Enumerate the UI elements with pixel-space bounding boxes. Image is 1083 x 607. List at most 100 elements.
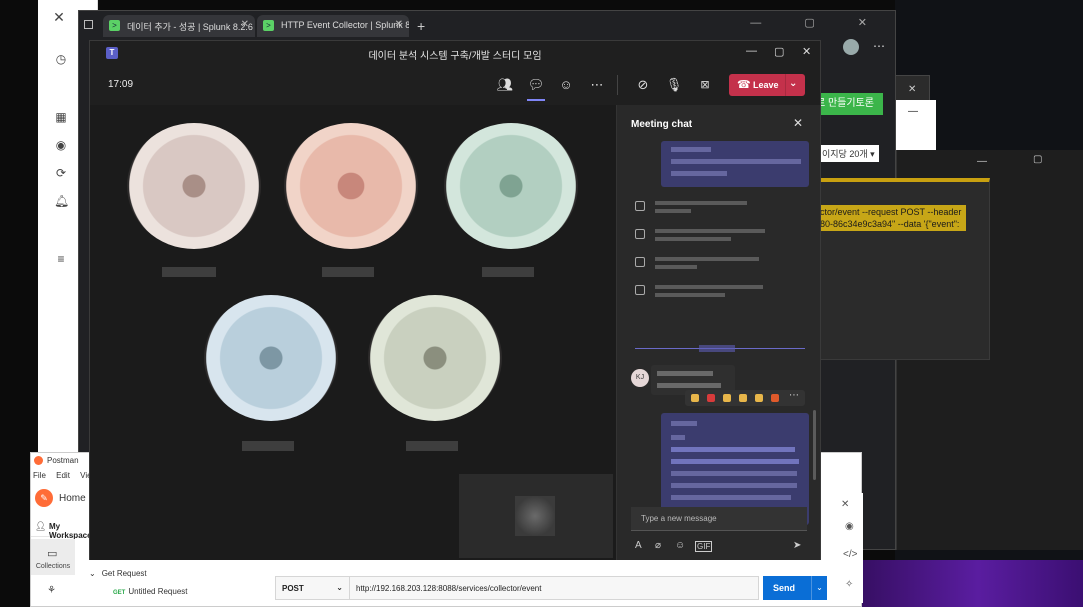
tab-close-icon[interactable]: ✕: [241, 19, 249, 30]
system-message: [635, 227, 805, 249]
splunk-icon: >: [263, 20, 274, 31]
camera-off-icon[interactable]: ⊘: [634, 76, 652, 94]
send-options-button[interactable]: ⌄: [811, 576, 827, 600]
teams-titlebar: T 데이터 분석 시스템 구축/개발 스터디 모임 — ▢ ✕: [90, 41, 820, 65]
request-item[interactable]: GET Untitled Request: [113, 587, 188, 596]
menu-edit[interactable]: Edit: [56, 471, 70, 480]
close-icon[interactable]: ✕: [793, 116, 803, 130]
minimize-icon[interactable]: —: [908, 106, 918, 117]
share-icon[interactable]: ⊠: [696, 76, 714, 94]
heart-icon[interactable]: [707, 394, 715, 402]
system-message: [635, 199, 805, 221]
mic-icon[interactable]: 🎙︎: [665, 76, 683, 94]
postman-logo-icon: [34, 456, 43, 465]
self-video-preview[interactable]: [459, 474, 613, 558]
tab-close-icon[interactable]: ✕: [395, 19, 403, 30]
angry-icon[interactable]: [771, 394, 779, 402]
chevron-down-icon[interactable]: ⌄: [789, 78, 797, 89]
page-size-select[interactable]: 이지당 20개 ▾: [818, 145, 879, 162]
chat-message[interactable]: [661, 141, 809, 187]
sad-icon[interactable]: [755, 394, 763, 402]
like-icon[interactable]: [691, 394, 699, 402]
url-input[interactable]: http://192.168.203.128:8088/services/col…: [356, 584, 541, 593]
participant-name: [482, 267, 534, 277]
terminal-highlighted-command: ctor/event --request POST --header 80-86…: [818, 205, 966, 231]
leave-button[interactable]: ☎ Leave ⌄: [729, 74, 805, 96]
bell-icon[interactable]: 🔔︎: [54, 194, 69, 208]
phone-hangup-icon: ☎: [737, 79, 751, 91]
sync-icon[interactable]: ⟳: [54, 166, 68, 180]
meeting-toolbar: 17:09 👥︎ 💬︎ ☺ ⋯ ⊘ 🎙︎ ⊠ ☎ Leave ⌄: [90, 65, 820, 105]
chat-scrollbar[interactable]: [813, 410, 816, 480]
meeting-title: 데이터 분석 시스템 구축/개발 스터디 모임: [368, 51, 542, 62]
chat-panel-title: Meeting chat: [631, 119, 693, 130]
close-icon[interactable]: ✕: [52, 10, 66, 24]
surprised-icon[interactable]: [739, 394, 747, 402]
system-message: [635, 283, 805, 305]
request-bar: POST ⌄ http://192.168.203.128:8088/servic…: [275, 576, 759, 600]
browser-menu-icon[interactable]: ⋯: [873, 39, 885, 53]
profile-avatar[interactable]: [843, 39, 859, 55]
format-icon[interactable]: A: [635, 540, 642, 551]
avatar[interactable]: KJ: [631, 369, 649, 387]
more-icon[interactable]: ⋯: [588, 76, 606, 94]
list-icon[interactable]: ≡: [54, 252, 68, 266]
divider-label: [699, 345, 735, 352]
chat-icon[interactable]: 💬︎: [527, 76, 545, 94]
chevron-down-icon: ⌄: [336, 583, 343, 592]
participant-avatar[interactable]: [127, 123, 261, 249]
splunk-icon: >: [109, 20, 120, 31]
new-tab-button[interactable]: +: [413, 15, 433, 37]
join-icon: [635, 285, 645, 295]
apis-icon[interactable]: ⚘: [47, 585, 56, 596]
participant-name: [406, 441, 458, 451]
history-icon[interactable]: ◷: [54, 52, 68, 66]
eye-icon[interactable]: ◉: [845, 521, 854, 532]
location-icon[interactable]: ◉: [54, 138, 68, 152]
join-icon: [635, 257, 645, 267]
code-icon[interactable]: </>: [843, 549, 857, 560]
participant-avatar[interactable]: [368, 295, 502, 421]
tab-overview-icon[interactable]: [81, 15, 95, 37]
participant-name: [242, 441, 294, 451]
send-icon[interactable]: ➤: [793, 540, 801, 551]
self-video-feed: [515, 496, 555, 536]
close-icon[interactable]: ✕: [802, 45, 811, 58]
laugh-icon[interactable]: [723, 394, 731, 402]
participant-name: [322, 267, 374, 277]
emoji-icon[interactable]: ☺: [675, 540, 685, 551]
close-icon[interactable]: ✕: [908, 84, 916, 95]
tab-splunk-hec[interactable]: > HTTP Event Collector | Splunk 8.2... ✕: [257, 15, 409, 37]
message-input[interactable]: Type a new message: [631, 507, 807, 531]
maximize-icon[interactable]: ▢: [774, 45, 784, 58]
calendar-icon[interactable]: ▦: [54, 110, 68, 124]
attach-icon[interactable]: ⌀: [655, 540, 661, 551]
minimize-icon[interactable]: —: [746, 45, 757, 57]
participant-avatar[interactable]: [444, 123, 578, 249]
composer-toolbar: A ⌀ ☺ GIF: [635, 540, 815, 556]
home-tab[interactable]: Home: [31, 485, 93, 515]
participant-avatar[interactable]: [284, 123, 418, 249]
user-icon: 👤︎: [35, 521, 47, 531]
menu-file[interactable]: File: [33, 471, 46, 480]
reactions-icon[interactable]: ☺: [557, 76, 575, 94]
more-icon[interactable]: ⋯: [789, 390, 799, 401]
system-message: [635, 255, 805, 277]
gif-icon[interactable]: GIF: [695, 541, 713, 552]
participant-name: [162, 267, 216, 277]
browser-window-controls[interactable]: — ▢ ✕: [750, 16, 887, 29]
tab-splunk-add-data[interactable]: > 데이터 추가 - 성공 | Splunk 8.2.6 ✕: [103, 15, 255, 37]
background-dialog-body: —: [896, 100, 936, 150]
people-icon[interactable]: 👥︎: [496, 76, 514, 94]
video-stage: [90, 105, 616, 560]
teams-meeting-window: T 데이터 분석 시스템 구축/개발 스터디 모임 — ▢ ✕ 17:09 👥︎…: [89, 40, 821, 560]
postman-right-toolbar: ✕ ◉ </> ✧: [837, 493, 863, 603]
maximize-icon[interactable]: ▢: [1033, 154, 1042, 165]
method-select[interactable]: POST ⌄: [276, 577, 350, 599]
lightbulb-icon[interactable]: ✧: [845, 579, 853, 590]
collections-icon: ▭: [47, 548, 58, 560]
close-icon[interactable]: ✕: [841, 499, 849, 510]
participant-avatar[interactable]: [204, 295, 338, 421]
minimize-icon[interactable]: —: [977, 156, 987, 167]
collection-item[interactable]: ⌄ Get Request: [89, 569, 147, 578]
